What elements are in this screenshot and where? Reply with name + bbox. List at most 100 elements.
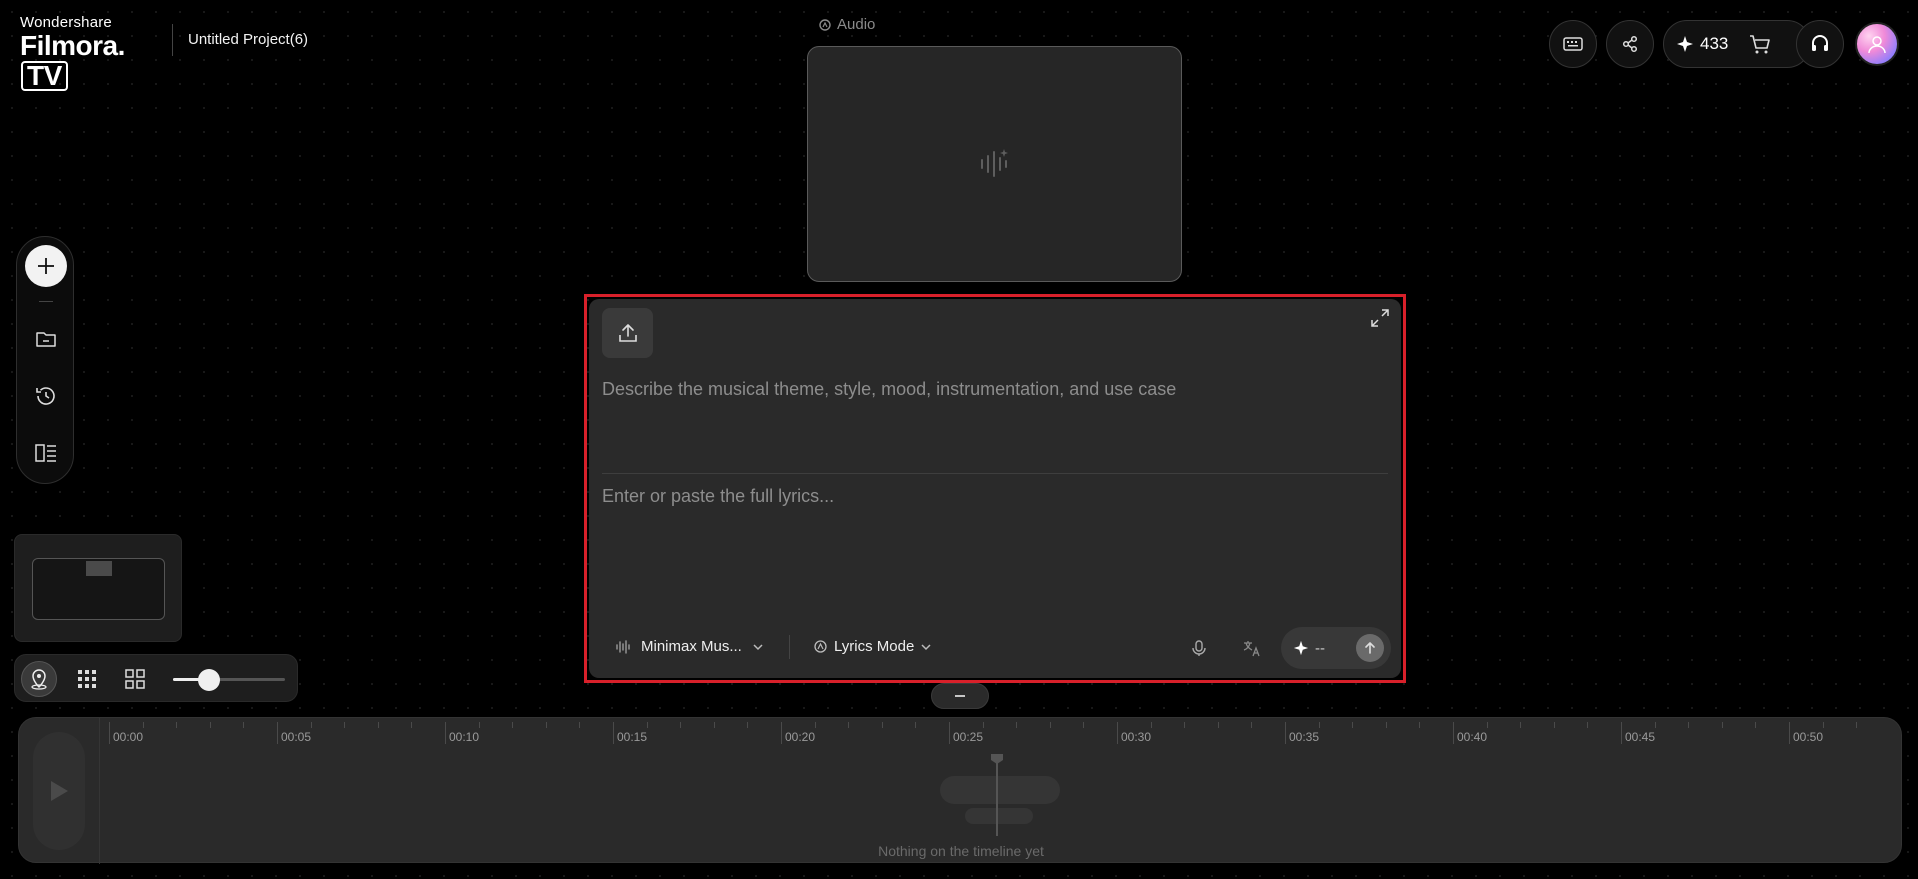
audio-label-text: Audio <box>837 16 876 33</box>
ruler-tick-minor <box>1385 722 1387 728</box>
ruler-tick-minor <box>142 722 144 728</box>
send-button[interactable] <box>1356 634 1384 662</box>
history-button[interactable] <box>31 381 61 411</box>
play-button[interactable] <box>33 732 85 850</box>
translate-icon <box>1243 641 1260 657</box>
ruler-tick-minor <box>814 722 816 728</box>
ruler-tick-minor <box>680 722 682 728</box>
expand-button[interactable] <box>1367 305 1393 331</box>
upload-icon <box>618 324 637 342</box>
cart-icon[interactable] <box>1748 33 1772 55</box>
ruler-tick-minor <box>1419 722 1421 728</box>
ruler-tick-label: 00:25 <box>953 730 984 744</box>
minimap-viewport-indicator <box>86 561 112 576</box>
playhead[interactable] <box>996 756 998 836</box>
ruler-tick-minor <box>1856 722 1858 728</box>
locate-view-button[interactable] <box>21 661 57 697</box>
ruler-tick-label: 00:05 <box>281 730 312 744</box>
play-icon <box>51 781 68 801</box>
tile-view-button[interactable] <box>117 661 153 697</box>
ruler-tick-label: 00:40 <box>1457 730 1488 744</box>
ruler-tick-label: 00:15 <box>617 730 648 744</box>
waveform-icon <box>616 639 630 654</box>
translate-button[interactable] <box>1239 635 1265 661</box>
ruler-tick-minor <box>1755 722 1757 728</box>
music-composer-panel: Minimax Mus... Lyrics Mode -- <box>589 299 1401 678</box>
ruler-tick-major <box>277 722 278 744</box>
ruler-tick-major <box>781 722 782 744</box>
ruler-tick-minor <box>377 722 379 728</box>
user-avatar[interactable] <box>1855 22 1899 66</box>
chevron-down-icon <box>753 643 763 650</box>
keyboard-icon <box>1563 37 1583 51</box>
ruler-tick-label: 00:00 <box>113 730 144 744</box>
toolbar-divider <box>789 635 790 659</box>
credits-pill[interactable]: 433 <box>1663 20 1811 68</box>
minimap-preview[interactable] <box>14 534 182 642</box>
templates-button[interactable] <box>31 438 61 468</box>
zoom-slider-thumb[interactable] <box>198 669 220 691</box>
timeline-panel: 00:00 00:05 00:10 00:15 00:20 00:25 00:30 00:35… <box>18 717 1902 864</box>
dot-grid-icon <box>78 670 96 688</box>
ruler-tick-minor <box>1520 722 1522 728</box>
model-select-label: Minimax Mus... <box>641 638 742 655</box>
filmora-logo[interactable]: Wondershare Filmora.TV <box>20 14 155 91</box>
ruler-tick-major <box>445 722 446 744</box>
ruler-tick-minor <box>243 722 245 728</box>
ruler-tick-minor <box>1352 722 1354 728</box>
brand-tv-badge: TV <box>21 61 68 91</box>
ruler-tick-minor <box>545 722 547 728</box>
zoom-slider-fill <box>173 678 201 681</box>
lyrics-input[interactable] <box>602 486 1388 606</box>
audio-section-label: Audio <box>818 16 875 33</box>
ruler-tick-minor <box>915 722 917 728</box>
timeline-ruler[interactable]: 00:00 00:05 00:10 00:15 00:20 00:25 00:30 00:35… <box>107 718 1887 748</box>
music-prompt-input[interactable] <box>602 379 1388 459</box>
ruler-tick-minor <box>512 722 514 728</box>
ruler-tick-minor <box>1251 722 1253 728</box>
ruler-tick-minor <box>1822 722 1824 728</box>
credits-spark-icon <box>1293 640 1309 656</box>
ruler-tick-minor <box>1083 722 1085 728</box>
minus-icon <box>955 695 965 697</box>
left-tool-rail <box>16 236 74 484</box>
ruler-tick-major <box>613 722 614 744</box>
history-icon <box>36 387 55 405</box>
ruler-tick-minor <box>579 722 581 728</box>
lyrics-mode-icon <box>814 640 827 653</box>
ruler-tick-label: 00:20 <box>785 730 816 744</box>
ruler-tick-minor <box>1654 722 1656 728</box>
ruler-tick-minor <box>646 722 648 728</box>
audio-preview-area <box>807 46 1182 282</box>
upload-button[interactable] <box>602 308 653 358</box>
ruler-tick-minor <box>982 722 984 728</box>
ruler-tick-minor <box>1184 722 1186 728</box>
model-select[interactable]: Minimax Mus... <box>615 638 764 655</box>
mode-select[interactable]: Lyrics Mode <box>813 638 932 655</box>
collapse-timeline-button[interactable] <box>931 683 989 709</box>
playhead-handle[interactable] <box>991 754 1003 764</box>
plus-icon <box>38 258 54 274</box>
ruler-tick-minor <box>478 722 480 728</box>
location-pin-icon <box>31 669 47 690</box>
audio-waveform-icon <box>980 149 1008 177</box>
grid-view-button[interactable] <box>69 661 105 697</box>
add-button[interactable] <box>25 245 67 287</box>
ruler-tick-major <box>1789 722 1790 744</box>
ruler-tick-major <box>949 722 950 744</box>
voice-input-button[interactable] <box>1186 635 1212 661</box>
brand-main-word: Filmora. <box>20 30 125 61</box>
ruler-tick-major <box>1621 722 1622 744</box>
ruler-tick-major <box>1285 722 1286 744</box>
ruler-tick-label: 00:30 <box>1121 730 1152 744</box>
share-button[interactable] <box>1606 20 1654 68</box>
media-folder-button[interactable] <box>31 324 61 354</box>
folder-icon <box>36 332 56 347</box>
timeline-empty-message: Nothing on the timeline yet <box>878 843 1044 859</box>
ruler-tick-minor <box>411 722 413 728</box>
ruler-tick-minor <box>1553 722 1555 728</box>
project-name[interactable]: Untitled Project(6) <box>188 31 308 48</box>
support-button[interactable] <box>1796 20 1844 68</box>
keyboard-shortcuts-button[interactable] <box>1549 20 1597 68</box>
user-icon <box>1868 36 1886 54</box>
